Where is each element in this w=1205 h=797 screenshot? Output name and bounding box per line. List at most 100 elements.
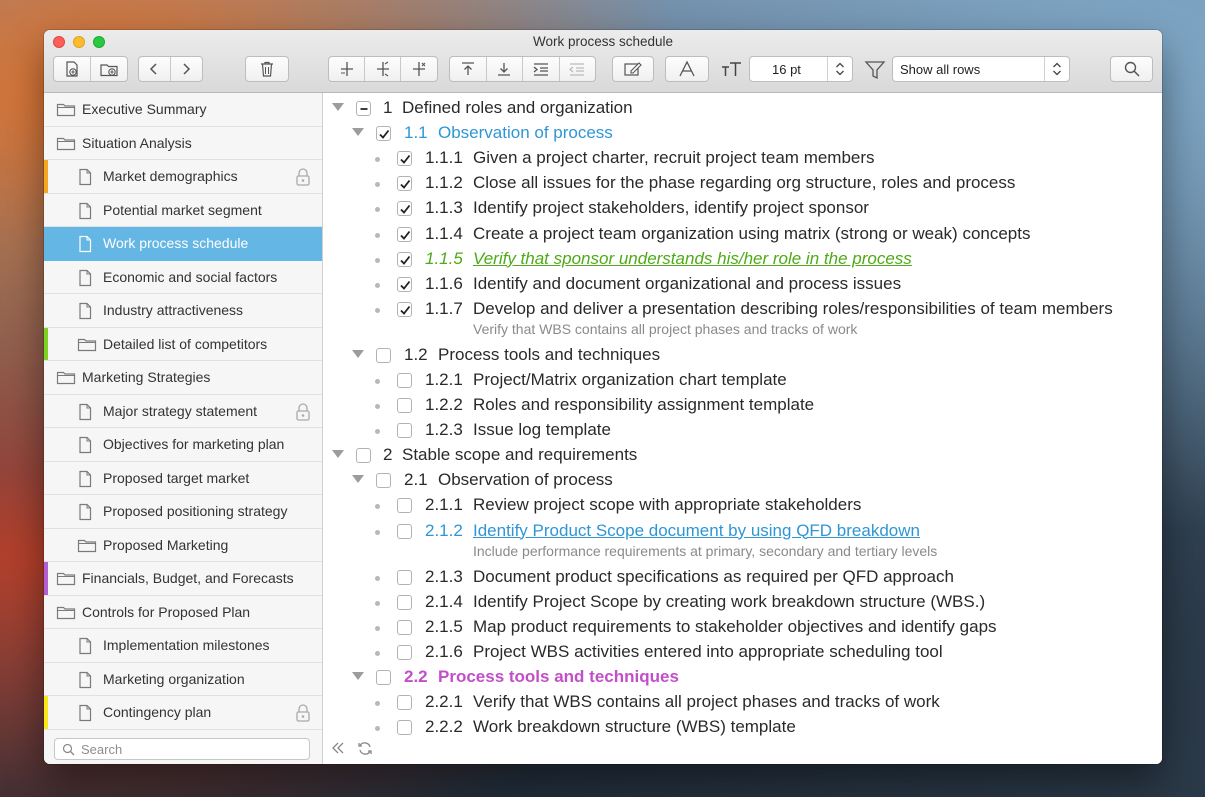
sidebar-item-potential-market-segment[interactable]: Potential market segment [44, 194, 322, 227]
row-checkbox[interactable] [356, 448, 371, 464]
outline-row[interactable]: 2 Stable scope and requirements [323, 444, 1162, 468]
outline-row[interactable]: 1.1.4 Create a project team organization … [323, 223, 1162, 247]
sidebar-item-marketing-strategies[interactable]: Marketing Strategies [44, 361, 322, 395]
font-button[interactable] [665, 56, 709, 82]
outdent-button[interactable] [560, 57, 596, 81]
outline-row[interactable]: 2.2 Process tools and techniques [323, 666, 1162, 690]
outline-row[interactable]: 2.1.4 Identify Project Scope by creating … [323, 591, 1162, 615]
row-checkbox[interactable] [397, 695, 412, 710]
disclosure-triangle-icon[interactable] [352, 671, 364, 680]
outline-row[interactable]: 1.1.3 Identify project stakeholders, iden… [323, 197, 1162, 221]
outline-row[interactable]: 1.1.1 Given a project charter, recruit pr… [323, 147, 1162, 171]
row-checkbox[interactable] [397, 201, 412, 217]
indent-button[interactable] [523, 57, 560, 81]
row-checkbox[interactable] [397, 251, 412, 267]
sidebar-item-executive-summary[interactable]: Executive Summary [44, 93, 322, 127]
edit-note-button[interactable] [612, 56, 654, 82]
outline-row[interactable]: 1.1.2 Close all issues for the phase rega… [323, 172, 1162, 196]
row-checkbox[interactable] [397, 276, 412, 292]
sidebar-item-proposed-marketing[interactable]: Proposed Marketing [44, 529, 322, 562]
row-text[interactable]: Identify Product Scope document by using… [473, 521, 920, 541]
row-checkbox[interactable] [397, 423, 412, 439]
outline-row[interactable]: 1 Defined roles and organization [323, 97, 1162, 121]
row-checkbox[interactable] [376, 126, 391, 142]
new-page-button[interactable] [54, 57, 91, 81]
row-checkbox[interactable] [397, 720, 412, 736]
sidebar-item-market-demographics[interactable]: Market demographics [44, 160, 322, 194]
refresh-icon[interactable] [357, 741, 373, 756]
collapse-all-icon[interactable] [331, 741, 345, 755]
back-button[interactable] [139, 57, 171, 81]
move-up-button[interactable] [450, 57, 487, 81]
checkmark-icon [400, 180, 411, 190]
move-down-button[interactable] [487, 57, 523, 81]
row-checkbox[interactable] [397, 398, 412, 413]
sidebar-search-input[interactable] [79, 741, 303, 758]
delete-button[interactable] [245, 56, 289, 82]
row-checkbox[interactable] [397, 619, 412, 635]
outline-row[interactable]: 1.2.1 Project/Matrix organization chart t… [323, 369, 1162, 393]
font-size-field[interactable]: 16 pt [749, 56, 853, 82]
sidebar-item-marketing-organization[interactable]: Marketing organization [44, 663, 322, 696]
sidebar-item-major-strategy-statement[interactable]: Major strategy statement [44, 395, 322, 428]
sidebar-item-proposed-target-market[interactable]: Proposed target market [44, 462, 322, 495]
sidebar-item-industry-attractiveness[interactable]: Industry attractiveness [44, 294, 322, 328]
outline-row[interactable]: 2.1.1 Review project scope with appropria… [323, 494, 1162, 518]
outline-row[interactable]: 1.1.5 Verify that sponsor understands his… [323, 248, 1162, 272]
sidebar-item-implementation-milestones[interactable]: Implementation milestones [44, 629, 322, 663]
disclosure-triangle-icon[interactable] [352, 349, 364, 358]
sidebar-item-controls-for-proposed-plan[interactable]: Controls for Proposed Plan [44, 596, 322, 629]
row-checkbox[interactable] [397, 498, 412, 514]
row-checkbox[interactable] [397, 372, 412, 388]
outline-row[interactable]: 1.1 Observation of process [323, 122, 1162, 146]
row-checkbox[interactable] [397, 151, 412, 167]
outline-row[interactable]: 1.2 Process tools and techniques [323, 344, 1162, 368]
sidebar-item-detailed-list-of-competitors[interactable]: Detailed list of competitors [44, 327, 322, 361]
row-text: Create a project team organization using… [473, 223, 1031, 243]
disclosure-triangle-icon[interactable] [352, 128, 364, 137]
sidebar-item-financials-budget-and-forecasts[interactable]: Financials, Budget, and Forecasts [44, 562, 322, 596]
outline-row[interactable]: 2.1.5 Map product requirements to stakeho… [323, 616, 1162, 640]
sidebar-item-economic-and-social-factors[interactable]: Economic and social factors [44, 261, 322, 294]
sidebar-item-situation-analysis[interactable]: Situation Analysis [44, 127, 322, 160]
sidebar-item-contingency-plan[interactable]: Contingency plan [44, 696, 322, 730]
font-size-stepper[interactable] [827, 57, 852, 81]
row-checkbox[interactable] [376, 473, 391, 489]
row-checkbox[interactable] [397, 644, 412, 660]
disclosure-triangle-icon[interactable] [332, 450, 344, 459]
row-checkbox[interactable] [356, 101, 371, 116]
row-filter-select[interactable]: Show all rows [892, 56, 1070, 82]
search-button[interactable] [1110, 56, 1153, 82]
row-checkbox[interactable] [376, 347, 391, 363]
add-child-row-button[interactable] [365, 57, 401, 81]
row-checkbox[interactable] [397, 226, 412, 242]
row-checkbox[interactable] [376, 669, 391, 685]
sidebar-search-field[interactable] [54, 738, 310, 760]
forward-button[interactable] [171, 57, 202, 81]
outline-row[interactable]: 2.1 Observation of process [323, 469, 1162, 493]
sidebar-item-objectives-for-marketing-plan[interactable]: Objectives for marketing plan [44, 428, 322, 462]
row-checkbox[interactable] [397, 594, 412, 610]
outline-row[interactable]: 2.1.3 Document product specifications as … [323, 566, 1162, 590]
outline-row[interactable]: 2.1.6 Project WBS activities entered into… [323, 641, 1162, 665]
outline-row[interactable]: 2.2.1 Verify that WBS contains all projec… [323, 691, 1162, 715]
sidebar-item-label: Proposed positioning strategy [103, 503, 288, 519]
row-checkbox[interactable] [397, 301, 412, 317]
add-row-button[interactable] [329, 57, 365, 81]
disclosure-triangle-icon[interactable] [352, 475, 364, 484]
disclosure-triangle-icon[interactable] [332, 103, 344, 111]
new-folder-button[interactable] [91, 57, 128, 81]
sidebar-item-work-process-schedule[interactable]: Work process schedule [44, 227, 322, 261]
outline-row[interactable]: 1.2.2 Roles and responsibility assignment… [323, 394, 1162, 418]
sidebar-item-proposed-positioning-strategy[interactable]: Proposed positioning strategy [44, 495, 322, 529]
row-checkbox[interactable] [397, 523, 412, 539]
row-checkbox[interactable] [397, 176, 412, 192]
outline-row[interactable]: 1.1.7 Develop and deliver a presentation … [323, 298, 1162, 322]
outline-row[interactable]: 2.2.2 Work breakdown structure (WBS) temp… [323, 716, 1162, 740]
outline-row[interactable]: 2.1.2 Identify Product Scope document by … [323, 520, 1162, 544]
row-checkbox[interactable] [397, 569, 412, 585]
add-parent-row-button[interactable] [401, 57, 437, 81]
row-filter-stepper[interactable] [1044, 57, 1069, 81]
outline-row[interactable]: 1.1.6 Identify and document organizationa… [323, 273, 1162, 297]
outline-row[interactable]: 1.2.3 Issue log template [323, 419, 1162, 443]
